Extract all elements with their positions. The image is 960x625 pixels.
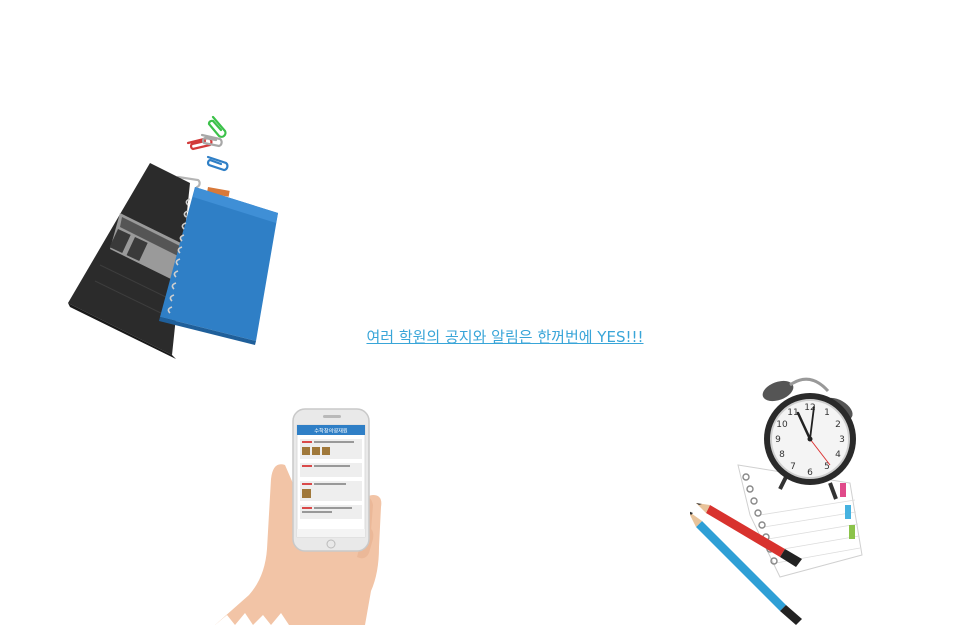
svg-text:7: 7	[790, 462, 796, 472]
phone-app-title: 수학창의영재원	[314, 427, 348, 435]
svg-text:4: 4	[835, 450, 841, 460]
notebook-icon	[68, 163, 278, 359]
svg-text:10: 10	[776, 420, 788, 430]
phone-in-hand-illustration: 수학창의영재원	[215, 408, 382, 625]
svg-text:9: 9	[775, 435, 781, 445]
svg-text:2: 2	[835, 420, 841, 430]
svg-text:6: 6	[807, 468, 813, 478]
tagline-link[interactable]: 여러 학원의 공지와 알림은 한꺼번에 YES!!!	[330, 326, 680, 347]
svg-text:3: 3	[839, 435, 845, 445]
svg-text:8: 8	[779, 450, 785, 460]
clock-and-pencils-illustration: 12 12 345 678 91011	[690, 377, 863, 625]
paperclip-icon	[176, 115, 229, 189]
svg-text:1: 1	[824, 408, 830, 418]
notebook-illustration	[68, 115, 278, 359]
phone-icon: 수학창의영재원	[292, 408, 370, 552]
